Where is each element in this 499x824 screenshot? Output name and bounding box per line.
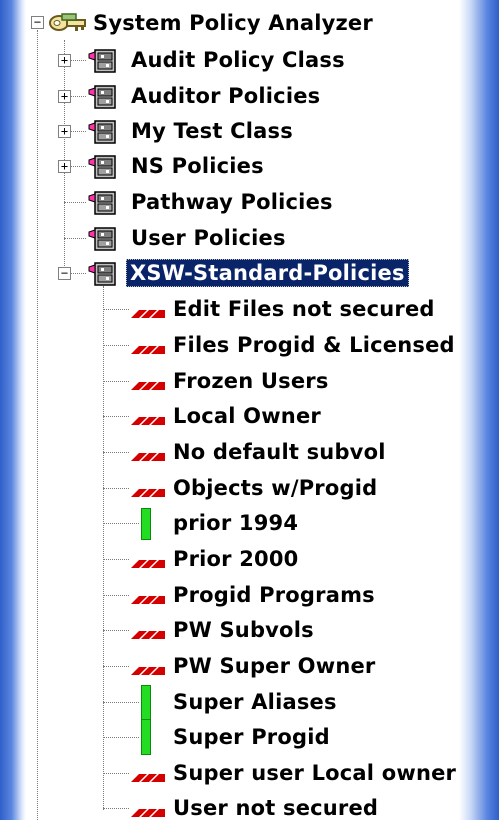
red-rule-icon xyxy=(131,625,165,639)
tree-connector xyxy=(103,737,139,738)
tree-connector xyxy=(103,381,129,382)
tree-connector xyxy=(103,488,129,489)
policy-class-icon xyxy=(88,224,118,252)
tree-class-label: My Test Class xyxy=(131,119,293,143)
tree-connector xyxy=(103,666,129,667)
policy-tree: − System Policy Analyzer + Audit Policy … xyxy=(0,0,499,820)
policy-item[interactable]: Objects w/Progid xyxy=(170,472,380,504)
policy-label: Frozen Users xyxy=(173,369,329,393)
collapse-toggle[interactable]: − xyxy=(58,267,71,280)
red-rule-icon xyxy=(131,447,165,461)
policy-item[interactable]: prior 1994 xyxy=(170,507,301,539)
policy-item[interactable]: PW Subvols xyxy=(170,614,317,646)
tree-connector xyxy=(103,595,129,596)
tree-connector xyxy=(103,702,139,703)
tree-connector xyxy=(103,523,139,524)
policy-item[interactable]: No default subvol xyxy=(170,436,389,468)
tree-class-label: Pathway Policies xyxy=(131,190,333,214)
tree-class-node[interactable]: My Test Class xyxy=(128,115,296,147)
policy-item[interactable]: Super Aliases xyxy=(170,686,340,718)
red-rule-icon xyxy=(131,661,165,675)
policy-item[interactable]: User not secured xyxy=(170,792,381,824)
tree-connector xyxy=(103,773,129,774)
policy-class-icon xyxy=(88,152,118,180)
red-rule-icon xyxy=(131,554,165,568)
tree-connector xyxy=(103,416,129,417)
red-rule-icon xyxy=(131,590,165,604)
policy-item[interactable]: Files Progid & Licensed xyxy=(170,329,458,361)
tree-connector xyxy=(103,559,129,560)
tree-class-node[interactable]: Pathway Policies xyxy=(128,186,336,218)
red-rule-icon xyxy=(131,340,165,354)
expand-toggle[interactable]: + xyxy=(58,125,71,138)
policy-item[interactable]: Frozen Users xyxy=(170,365,332,397)
policy-item[interactable]: Edit Files not secured xyxy=(170,293,438,325)
tree-connector xyxy=(64,202,86,203)
tree-root-node[interactable]: System Policy Analyzer xyxy=(90,7,376,39)
policy-label: Objects w/Progid xyxy=(173,476,378,500)
policy-label: No default subvol xyxy=(173,440,386,464)
tree-connector xyxy=(103,630,129,631)
policy-label: Files Progid & Licensed xyxy=(173,333,455,357)
tree-connector xyxy=(103,808,129,809)
policy-class-icon xyxy=(88,259,118,287)
key-icon xyxy=(48,10,88,40)
tree-class-label: User Policies xyxy=(131,226,286,250)
policy-label: User not secured xyxy=(173,796,379,820)
red-rule-icon xyxy=(131,411,165,425)
green-rule-icon xyxy=(141,508,151,540)
policy-class-icon xyxy=(88,117,118,145)
policy-class-icon xyxy=(88,188,118,216)
red-rule-icon xyxy=(131,483,165,497)
tree-class-node-selected[interactable]: XSW-Standard-Policies xyxy=(126,257,409,289)
tree-class-node[interactable]: Audit Policy Class xyxy=(128,44,348,76)
tree-class-label: NS Policies xyxy=(131,154,264,178)
policy-item[interactable]: Prior 2000 xyxy=(170,543,302,575)
policy-item[interactable]: Local Owner xyxy=(170,400,324,432)
tree-class-label: Auditor Policies xyxy=(131,84,321,108)
tree-connector xyxy=(64,238,86,239)
policy-label: Super user Local owner xyxy=(173,761,457,785)
policy-label: prior 1994 xyxy=(173,511,299,535)
policy-class-icon xyxy=(88,46,118,74)
policy-label: Super Aliases xyxy=(173,690,337,714)
policy-label: Progid Programs xyxy=(173,583,375,607)
tree-class-label: XSW-Standard-Policies xyxy=(126,259,409,287)
tree-line-root xyxy=(37,30,38,820)
policy-label: Prior 2000 xyxy=(173,547,299,571)
tree-class-node[interactable]: Auditor Policies xyxy=(128,80,323,112)
policy-item[interactable]: Progid Programs xyxy=(170,579,378,611)
red-rule-icon xyxy=(131,304,165,318)
tree-connector xyxy=(103,452,129,453)
tree-root-label: System Policy Analyzer xyxy=(93,11,373,35)
policy-item[interactable]: Super Progid xyxy=(170,721,333,753)
expand-toggle[interactable]: + xyxy=(58,54,71,67)
policy-label: Edit Files not secured xyxy=(173,297,435,321)
root-collapse-toggle[interactable]: − xyxy=(31,16,44,29)
red-rule-icon xyxy=(131,768,165,782)
tree-class-label: Audit Policy Class xyxy=(131,48,345,72)
policy-label: PW Super Owner xyxy=(173,654,376,678)
red-rule-icon xyxy=(131,376,165,390)
policy-item[interactable]: Super user Local owner xyxy=(170,757,459,789)
policy-label: PW Subvols xyxy=(173,618,314,642)
policy-item[interactable]: PW Super Owner xyxy=(170,650,379,682)
green-rule-icon xyxy=(141,685,151,721)
policy-label: Local Owner xyxy=(173,404,321,428)
tree-connector xyxy=(103,309,129,310)
green-rule-icon xyxy=(141,719,151,755)
tree-class-node[interactable]: User Policies xyxy=(128,222,289,254)
tree-connector xyxy=(103,345,129,346)
tree-class-node[interactable]: NS Policies xyxy=(128,150,267,182)
policy-label: Super Progid xyxy=(173,725,330,749)
policy-class-icon xyxy=(88,82,118,110)
expand-toggle[interactable]: + xyxy=(58,90,71,103)
expand-toggle[interactable]: + xyxy=(58,160,71,173)
tree-line-policies xyxy=(103,286,104,810)
red-rule-icon xyxy=(131,803,165,817)
